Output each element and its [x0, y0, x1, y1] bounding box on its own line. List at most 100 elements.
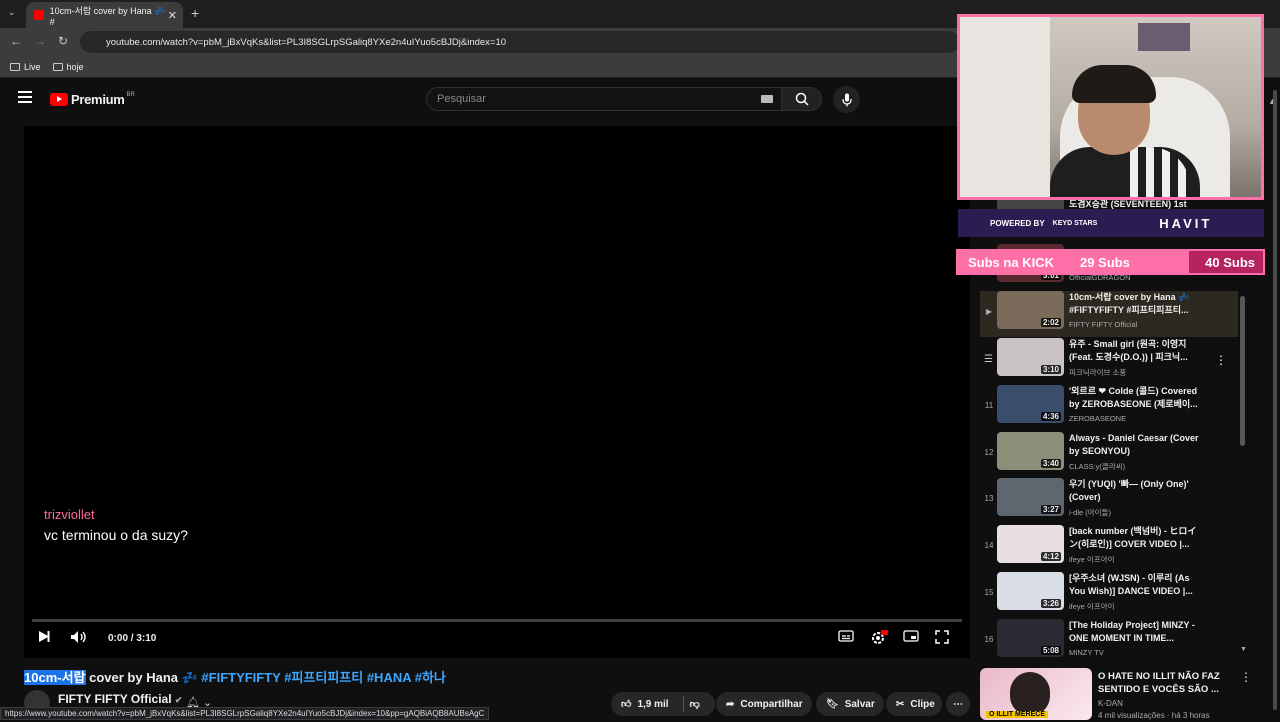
playlist-item[interactable]: 15 3:26 [우주소녀 (WJSN) - 이루리 (As You Wish)] …	[980, 572, 1238, 618]
new-tab-icon[interactable]: +	[191, 5, 199, 21]
page-scrollbar[interactable]	[1273, 90, 1277, 710]
keyboard-icon[interactable]	[761, 95, 773, 103]
playlist-thumbnail[interactable]: 4:36	[997, 385, 1064, 423]
recommended-video[interactable]: O ILLIT MERECE O HATE NO ILLIT NÃO FAZ S…	[980, 668, 1260, 720]
playlist-item[interactable]: 12 3:40 Always - Daniel Caesar (Cover by S…	[980, 432, 1238, 478]
thumbs-down-icon[interactable]: 👎︎	[690, 698, 700, 710]
browser-tab[interactable]: 10cm-서랍 cover by Hana 💤 # ✕	[26, 2, 183, 28]
playlist-channel: 피크닉라이브 소풍	[1069, 368, 1127, 377]
duration-badge: 3:26	[1040, 599, 1061, 608]
playlist-thumbnail[interactable]: 3:27	[997, 478, 1064, 516]
close-tab-icon[interactable]: ✕	[168, 9, 177, 22]
playlist-title: '외르르 ❤ Colde (콜드) Covered by ZEROBASEONE…	[1069, 386, 1198, 409]
recommended-thumbnail[interactable]: O ILLIT MERECE	[980, 668, 1092, 720]
playlist-thumbnail[interactable]: 2:02	[997, 291, 1064, 329]
progress-bar[interactable]	[32, 619, 962, 622]
playlist-index: 15	[984, 588, 994, 597]
playlist-thumbnail[interactable]: 3:40	[997, 432, 1064, 470]
playlist-channel: i-dle (아이들)	[1069, 508, 1111, 517]
search-button[interactable]	[782, 87, 822, 111]
thumbnail-caption: O ILLIT MERECE	[986, 711, 1048, 718]
playlist-item[interactable]: 11 4:36 '외르르 ❤ Colde (콜드) Covered by ZEROB…	[980, 385, 1238, 431]
wall-poster	[1138, 23, 1190, 51]
duration-badge: 4:36	[1040, 412, 1061, 421]
tab-list-icon[interactable]: ⌄	[8, 7, 16, 18]
clip-button[interactable]: ✂ Clipe	[886, 692, 942, 716]
youtube-logo[interactable]: Premium BR	[50, 92, 135, 107]
video-player[interactable]	[24, 126, 970, 658]
playlist-thumbnail[interactable]: 4:12	[997, 525, 1064, 563]
duration-badge: 3:10	[1040, 365, 1061, 374]
playlist-channel: FIFTY FIFTY Official	[1069, 320, 1138, 329]
playlist-index: 13	[984, 494, 994, 503]
playlist-scrollbar[interactable]	[1240, 296, 1245, 446]
subs-progress-fill: Subs na KICK 29 Subs	[958, 251, 1189, 273]
channel-name[interactable]: FIFTY FIFTY Official ✔	[58, 692, 182, 706]
youtube-favicon-icon	[34, 10, 44, 20]
playlist-channel: ifeye 이프아이	[1069, 555, 1115, 564]
playlist-item[interactable]: 13 3:27 우기 (YUQI) '빠— (Only One)' (Cover) i…	[980, 478, 1238, 524]
volume-button[interactable]	[70, 630, 88, 647]
share-button[interactable]: ➦ Compartilhar	[716, 692, 812, 716]
play-button[interactable]	[38, 630, 50, 646]
video-title: 10cm-서랍 cover by Hana 💤 #FIFTYFIFTY #피프티…	[24, 670, 446, 685]
duration-badge: 5:08	[1040, 646, 1061, 655]
play-icon	[39, 631, 50, 642]
sponsor-banner: POWERED BY KEYD STARS HAVIT	[958, 209, 1264, 237]
time-display: 0:00 / 3:10	[108, 633, 157, 644]
fullscreen-button[interactable]	[935, 630, 949, 647]
more-actions-button[interactable]: ⋯	[946, 692, 970, 716]
playlist-channel: ifeye 이프아이	[1069, 602, 1115, 611]
folder-icon	[52, 62, 63, 71]
status-bar-url: https://www.youtube.com/watch?v=pbM_jBxV…	[0, 707, 490, 720]
playlist-scroll-down-icon[interactable]: ▼	[1240, 646, 1247, 653]
duration-badge: 4:12	[1040, 552, 1061, 561]
playlist-title: [우주소녀 (WJSN) - 이루리 (As You Wish)] DANCE …	[1069, 573, 1193, 596]
thumbs-up-icon: 👍︎	[621, 699, 632, 710]
playlist-thumbnail[interactable]: 5:08	[997, 619, 1064, 657]
playlist-item[interactable]: 16 5:08 [The Holiday Project] MINZY - ONE …	[980, 619, 1238, 665]
like-button[interactable]: 👍︎ 1,9 mil 👎︎	[611, 692, 715, 716]
volume-icon	[71, 631, 86, 643]
miniplayer-button[interactable]	[903, 630, 919, 645]
settings-button[interactable]	[870, 630, 888, 649]
reload-icon[interactable]: ↻	[58, 34, 68, 48]
item-menu-icon[interactable]: ⋮	[1215, 353, 1227, 367]
forward-icon[interactable]: →	[34, 34, 46, 48]
playlist-thumbnail[interactable]: 3:26	[997, 572, 1064, 610]
duration-badge: 3:27	[1040, 505, 1061, 514]
microphone-icon	[841, 93, 852, 106]
playlist-item[interactable]: ▶ 2:02 10cm-서랍 cover by Hana 💤 #FIFTYFIFTY…	[980, 291, 1238, 337]
back-icon[interactable]: ←	[10, 34, 22, 48]
playlist-item[interactable]: 3:10 유주 - Small girl (원곡: 이영지 (Feat. 도경수(…	[980, 338, 1238, 384]
subtitles-icon	[838, 630, 854, 642]
bookmark-icon: 🔖︎	[826, 698, 839, 710]
keyd-stars-logo: KEYD STARS	[1052, 219, 1098, 227]
chat-username: trizviollet	[44, 507, 95, 522]
hashtags-link[interactable]: #FIFTYFIFTY #피프티피프티 #HANA #하나	[201, 670, 445, 685]
recommended-menu-icon[interactable]: ⋮	[1240, 670, 1252, 684]
playlist-title: 10cm-서랍 cover by Hana 💤 #FIFTYFIFTY #피프티…	[1069, 292, 1190, 315]
playlist-channel: CLASS:y(클라씨)	[1069, 462, 1126, 471]
voice-search-button[interactable]	[833, 86, 860, 113]
playlist-index: 14	[984, 541, 994, 550]
playlist-index: 11	[984, 401, 994, 410]
recommended-title: O HATE NO ILLIT NÃO FAZ SENTIDO E VOCÊS …	[1098, 671, 1220, 695]
search-icon	[795, 92, 809, 106]
recommended-channel: K-DAN	[1098, 699, 1123, 708]
menu-icon[interactable]	[18, 91, 32, 103]
search-input[interactable]: Pesquisar	[426, 87, 782, 111]
duration-badge: 3:40	[1040, 459, 1061, 468]
tab-title: 10cm-서랍 cover by Hana 💤 #	[49, 5, 166, 27]
address-bar[interactable]: youtube.com/watch?v=pbM_jBxVqKs&list=PL3…	[80, 31, 960, 53]
subtitles-button[interactable]	[838, 630, 854, 645]
playlist-thumbnail[interactable]: 3:10	[997, 338, 1064, 376]
miniplayer-icon	[903, 630, 919, 642]
playlist-title: Always - Daniel Caesar (Cover by SEONYOU…	[1069, 433, 1199, 456]
share-icon: ➦	[726, 698, 735, 710]
drag-handle-icon[interactable]: ☰	[984, 354, 993, 365]
bookmark-hoje[interactable]: hoje	[52, 62, 84, 72]
bookmark-live[interactable]: Live	[10, 62, 41, 72]
save-button[interactable]: 🔖︎ Salvar	[816, 692, 884, 716]
playlist-item[interactable]: 14 4:12 [back number (백넘버) - ヒロイン(히로인)] CO…	[980, 525, 1238, 571]
